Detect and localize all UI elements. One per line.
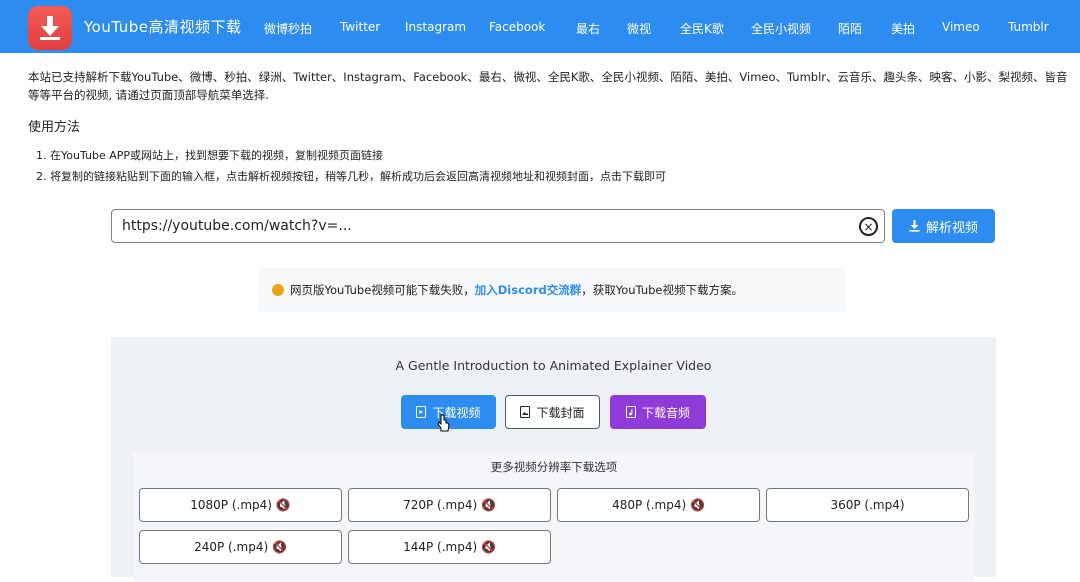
site-title[interactable]: YouTube高清视频下载 [84, 16, 242, 37]
download-icon [909, 220, 920, 232]
resolution-720p-button[interactable]: 720P (.mp4) 🔇 [348, 488, 551, 522]
nav-item[interactable]: 陌陌 [838, 20, 862, 37]
download-cover-label: 下载封面 [536, 405, 585, 420]
nav-item[interactable]: 微博秒拍 [264, 20, 312, 37]
resolution-240p-button[interactable]: 240P (.mp4) 🔇 [139, 530, 342, 564]
notice-prefix: 网页版YouTube视频可能下载失败， [290, 283, 475, 297]
nav-item[interactable]: 美拍 [891, 20, 915, 37]
resolution-480p-button[interactable]: 480P (.mp4) 🔇 [557, 488, 760, 522]
step-2: 2. 将复制的链接粘贴到下面的输入框，点击解析视频按钮，稍等几秒，解析成功后会返… [36, 170, 666, 183]
nav-item[interactable]: Twitter [340, 20, 380, 34]
top-nav-bar: YouTube高清视频下载 微博秒拍 Twitter Instagram Facebo… [0, 0, 1080, 53]
howto-title: 使用方法 [28, 120, 81, 135]
download-audio-label: 下载音频 [641, 405, 690, 420]
nav-item[interactable]: 全民K歌 [680, 20, 724, 37]
clear-icon[interactable]: × [859, 217, 878, 236]
resolution-title: 更多视频分辨率下载选项 [490, 460, 618, 474]
nav-item[interactable]: Instagram [405, 20, 466, 34]
result-panel: A Gentle Introduction to Animated Explai… [111, 337, 996, 582]
nav-item[interactable]: 全民小视频 [751, 20, 811, 37]
intro-text: 本站已支持解析下载YouTube、微博、秒拍、绿洲、Twitter、Instag… [28, 70, 1068, 102]
nav-item[interactable]: Facebook [489, 20, 545, 34]
step-1: 1. 在YouTube APP或网站上，找到想要下载的视频，复制视频页面链接 [36, 149, 384, 162]
notice-suffix: ，获取YouTube视频下载方案。 [581, 283, 743, 297]
discord-link[interactable]: 加入Discord交流群 [475, 282, 581, 298]
nav-item[interactable]: Tumblr [1008, 20, 1049, 34]
image-file-icon [520, 406, 531, 418]
nav-item[interactable]: 最右 [576, 20, 600, 37]
parse-button-label: 解析视频 [925, 220, 978, 236]
download-cover-button[interactable]: 下载封面 [505, 395, 600, 429]
warning-dot-icon [272, 284, 284, 296]
download-arrow-icon [40, 16, 60, 40]
resolution-144p-button[interactable]: 144P (.mp4) 🔇 [348, 530, 551, 564]
site-logo[interactable] [28, 6, 72, 50]
resolution-1080p-button[interactable]: 1080P (.mp4) 🔇 [139, 488, 342, 522]
resolution-panel: 更多视频分辨率下载选项 1080P (.mp4) 🔇 720P (.mp4) 🔇… [133, 452, 975, 582]
download-audio-button[interactable]: 下载音频 [610, 395, 706, 429]
parse-video-button[interactable]: 解析视频 [892, 209, 995, 243]
url-input[interactable] [112, 210, 842, 242]
nav-item[interactable]: Vimeo [942, 20, 980, 34]
video-file-icon [416, 406, 427, 418]
nav-item[interactable]: 微视 [627, 20, 651, 37]
url-input-box[interactable]: × [111, 209, 885, 243]
notice-banner: 网页版YouTube视频可能下载失败， 加入Discord交流群 ，获取YouT… [258, 268, 846, 312]
audio-file-icon [625, 406, 636, 418]
howto-steps: 1. 在YouTube APP或网站上，找到想要下载的视频，复制视频页面链接 2… [36, 145, 666, 187]
resolution-360p-button[interactable]: 360P (.mp4) [766, 488, 969, 522]
mouse-pointer-icon [437, 414, 450, 432]
video-title: A Gentle Introduction to Animated Explai… [395, 358, 712, 373]
